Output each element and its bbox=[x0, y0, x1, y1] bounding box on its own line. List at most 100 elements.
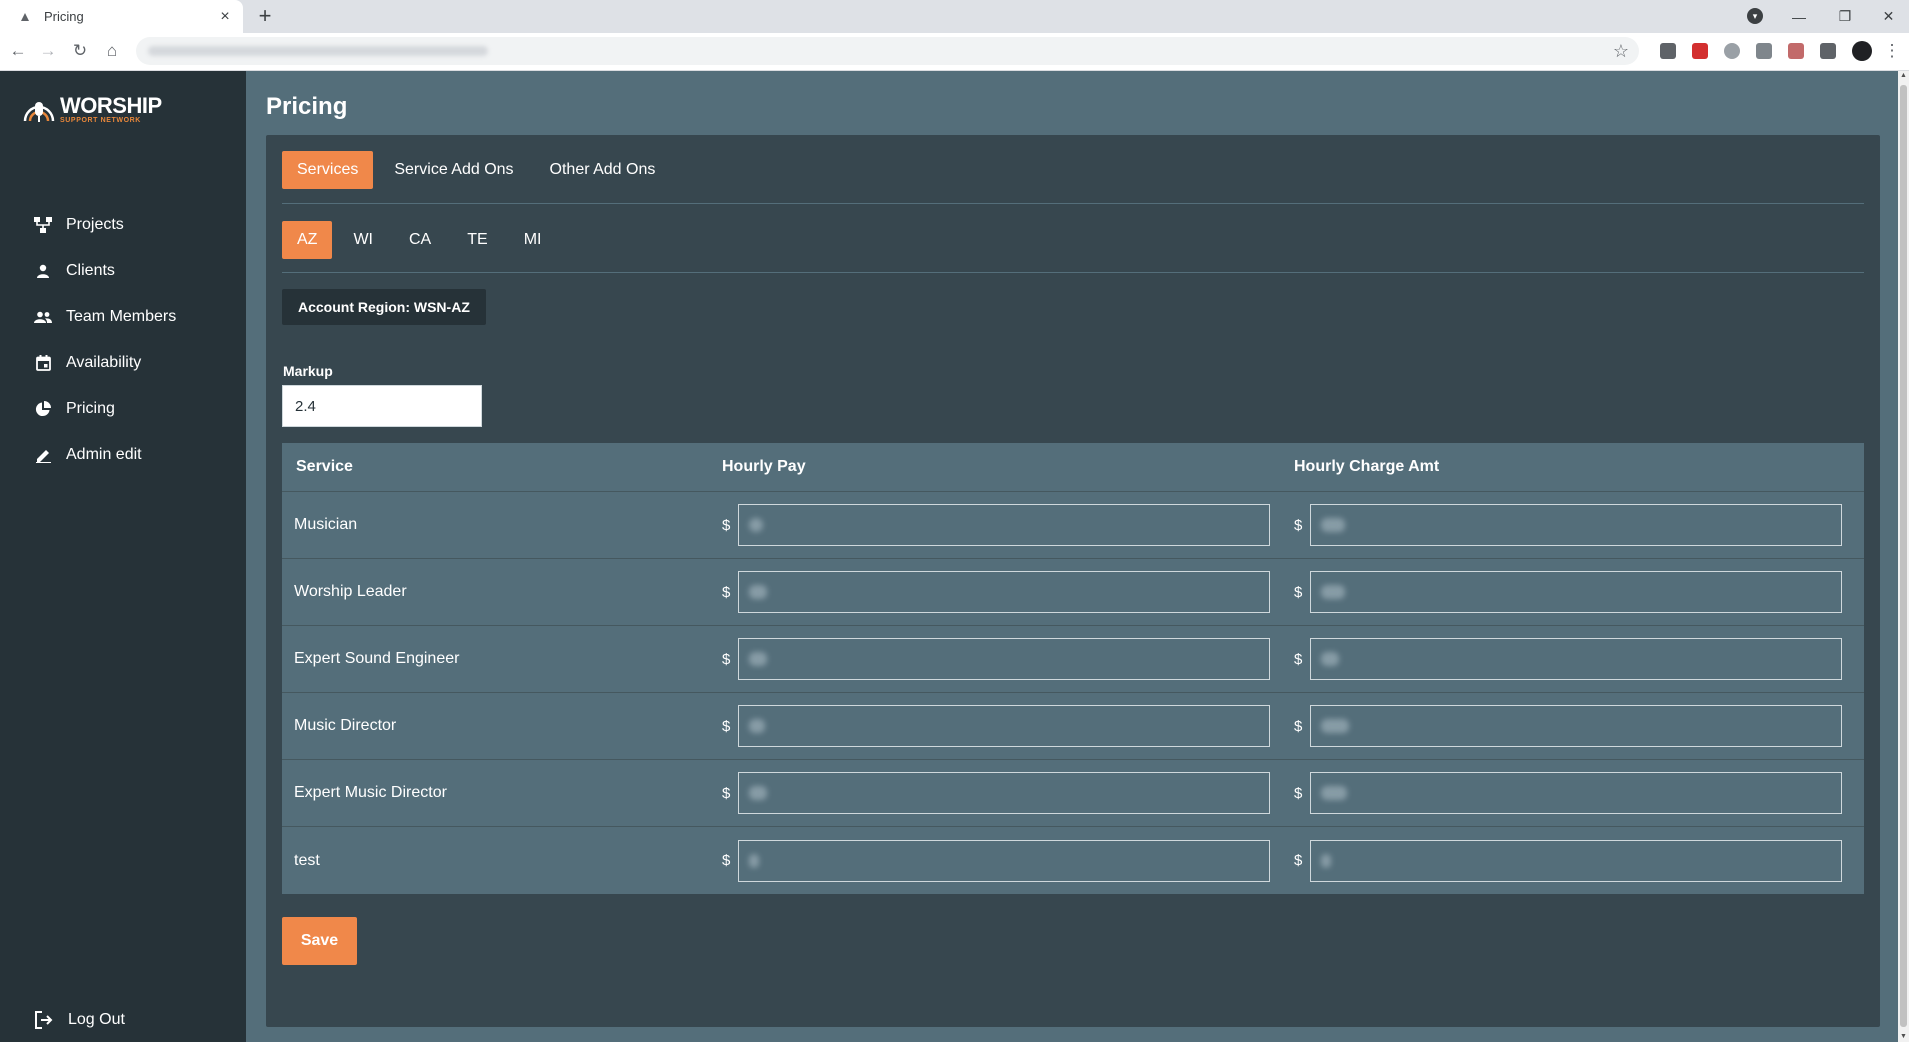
hourly-charge-input[interactable] bbox=[1310, 705, 1842, 747]
sidebar: WORSHIP SUPPORT NETWORK Projects Clients… bbox=[0, 71, 246, 1042]
currency-symbol: $ bbox=[1294, 516, 1303, 534]
column-header-hourly-pay: Hourly Pay bbox=[722, 458, 806, 475]
hourly-pay-input[interactable] bbox=[738, 772, 1270, 814]
logout-button[interactable]: Log Out bbox=[34, 1005, 125, 1035]
hourly-charge-input[interactable] bbox=[1310, 772, 1842, 814]
service-name: Musician bbox=[294, 516, 358, 533]
back-icon[interactable]: ← bbox=[6, 39, 30, 63]
sidebar-item-label: Projects bbox=[66, 216, 124, 233]
tab-favicon-icon bbox=[18, 10, 32, 24]
address-bar[interactable]: ☆ bbox=[136, 37, 1639, 65]
browser-tab[interactable]: Pricing × bbox=[0, 0, 243, 33]
tab-close-icon[interactable]: × bbox=[217, 9, 233, 25]
redacted-value bbox=[749, 786, 767, 800]
browser-toolbar: ← → ↻ ⌂ ☆ ⋮ bbox=[0, 33, 1909, 71]
service-name: Expert Sound Engineer bbox=[294, 650, 460, 667]
main-content: Pricing Services Service Add Ons Other A… bbox=[246, 71, 1898, 1042]
service-name: Expert Music Director bbox=[294, 784, 447, 801]
region-tab-te[interactable]: TE bbox=[452, 221, 502, 259]
minimize-icon[interactable]: — bbox=[1776, 0, 1822, 33]
sidebar-item-pricing[interactable]: Pricing bbox=[34, 394, 115, 424]
currency-symbol: $ bbox=[722, 516, 731, 534]
table-row: Worship Leader $ $ bbox=[282, 559, 1864, 626]
region-tab-mi[interactable]: MI bbox=[509, 221, 557, 259]
region-tabs: AZ WI CA TE MI bbox=[282, 221, 562, 259]
sidebar-item-label: Clients bbox=[66, 262, 115, 279]
sidebar-item-label: Availability bbox=[66, 354, 142, 371]
currency-symbol: $ bbox=[722, 583, 731, 601]
region-tab-az[interactable]: AZ bbox=[282, 221, 333, 259]
extension-icon[interactable] bbox=[1756, 43, 1772, 59]
currency-symbol: $ bbox=[722, 852, 731, 869]
redacted-value bbox=[1321, 719, 1349, 733]
extension-icon[interactable] bbox=[1788, 43, 1804, 59]
hourly-charge-input[interactable] bbox=[1310, 839, 1842, 882]
redacted-value bbox=[1321, 786, 1347, 800]
calendar-icon bbox=[34, 354, 52, 372]
browser-menu-icon[interactable]: ⋮ bbox=[1880, 39, 1904, 63]
markup-label: Markup bbox=[283, 363, 333, 379]
redacted-value bbox=[749, 853, 759, 868]
hourly-charge-input[interactable] bbox=[1310, 504, 1842, 546]
home-icon[interactable]: ⌂ bbox=[100, 39, 124, 63]
scrollbar-thumb[interactable] bbox=[1900, 85, 1907, 1027]
currency-symbol: $ bbox=[1294, 784, 1303, 802]
app: WORSHIP SUPPORT NETWORK Projects Clients… bbox=[0, 71, 1909, 1042]
save-button[interactable]: Save bbox=[282, 917, 357, 965]
page-scrollbar[interactable]: ▲ ▼ bbox=[1898, 71, 1909, 1042]
restore-icon[interactable]: ❐ bbox=[1822, 0, 1868, 33]
forward-icon[interactable]: → bbox=[36, 39, 60, 63]
redacted-value bbox=[1321, 853, 1331, 868]
hourly-charge-input[interactable] bbox=[1310, 638, 1842, 680]
redacted-value bbox=[1321, 518, 1345, 532]
profile-avatar[interactable] bbox=[1852, 41, 1872, 61]
table-row: test $ $ bbox=[282, 827, 1864, 894]
table-row: Music Director $ $ bbox=[282, 693, 1864, 760]
reload-icon[interactable]: ↻ bbox=[68, 39, 92, 63]
column-header-hourly-charge: Hourly Charge Amt bbox=[1294, 458, 1440, 475]
markup-input[interactable]: 2.4 bbox=[282, 385, 482, 427]
scroll-up-icon[interactable]: ▲ bbox=[1898, 71, 1909, 81]
bookmark-star-icon[interactable]: ☆ bbox=[1613, 41, 1629, 61]
tab-service-add-ons[interactable]: Service Add Ons bbox=[379, 151, 528, 189]
logo[interactable]: WORSHIP SUPPORT NETWORK bbox=[22, 95, 162, 125]
extensions-puzzle-icon[interactable] bbox=[1820, 43, 1836, 59]
hourly-pay-input[interactable] bbox=[738, 504, 1270, 546]
sidebar-item-projects[interactable]: Projects bbox=[34, 210, 124, 240]
tab-services[interactable]: Services bbox=[282, 151, 374, 189]
hourly-pay-input[interactable] bbox=[738, 839, 1270, 882]
scroll-down-icon[interactable]: ▼ bbox=[1898, 1032, 1909, 1042]
extension-icon[interactable] bbox=[1660, 43, 1676, 59]
pencil-icon bbox=[34, 446, 52, 464]
window-close-icon[interactable]: ✕ bbox=[1868, 0, 1909, 33]
logo-microphone-icon bbox=[23, 102, 55, 122]
hourly-pay-input[interactable] bbox=[738, 705, 1270, 747]
redacted-value bbox=[749, 719, 765, 733]
hourly-pay-input[interactable] bbox=[738, 638, 1270, 680]
page-title: Pricing bbox=[266, 93, 348, 120]
tab-title: Pricing bbox=[44, 9, 84, 24]
browser-tabstrip: Pricing × + ▾ — ❐ ✕ bbox=[0, 0, 1909, 33]
pdf-extension-icon[interactable] bbox=[1692, 43, 1708, 59]
sidebar-item-availability[interactable]: Availability bbox=[34, 348, 141, 378]
url-text bbox=[148, 46, 488, 56]
sidebar-item-clients[interactable]: Clients bbox=[34, 256, 115, 286]
tab-other-add-ons[interactable]: Other Add Ons bbox=[535, 151, 671, 189]
account-region-badge: Account Region: WSN-AZ bbox=[282, 289, 486, 325]
extension-icon[interactable] bbox=[1724, 43, 1740, 59]
currency-symbol: $ bbox=[722, 717, 731, 735]
sidebar-item-admin-edit[interactable]: Admin edit bbox=[34, 440, 142, 470]
currency-symbol: $ bbox=[1294, 852, 1303, 869]
service-name: Music Director bbox=[294, 717, 397, 734]
hourly-pay-input[interactable] bbox=[738, 571, 1270, 613]
hourly-charge-input[interactable] bbox=[1310, 571, 1842, 613]
table-row: Musician $ $ bbox=[282, 492, 1864, 559]
region-tab-wi[interactable]: WI bbox=[338, 221, 388, 259]
region-tab-ca[interactable]: CA bbox=[394, 221, 446, 259]
tab-search-icon[interactable]: ▾ bbox=[1747, 8, 1763, 24]
service-name: Worship Leader bbox=[294, 583, 407, 600]
projects-icon bbox=[34, 216, 52, 234]
sidebar-item-team-members[interactable]: Team Members bbox=[34, 302, 176, 332]
redacted-value bbox=[749, 518, 763, 532]
new-tab-button[interactable]: + bbox=[254, 4, 276, 28]
